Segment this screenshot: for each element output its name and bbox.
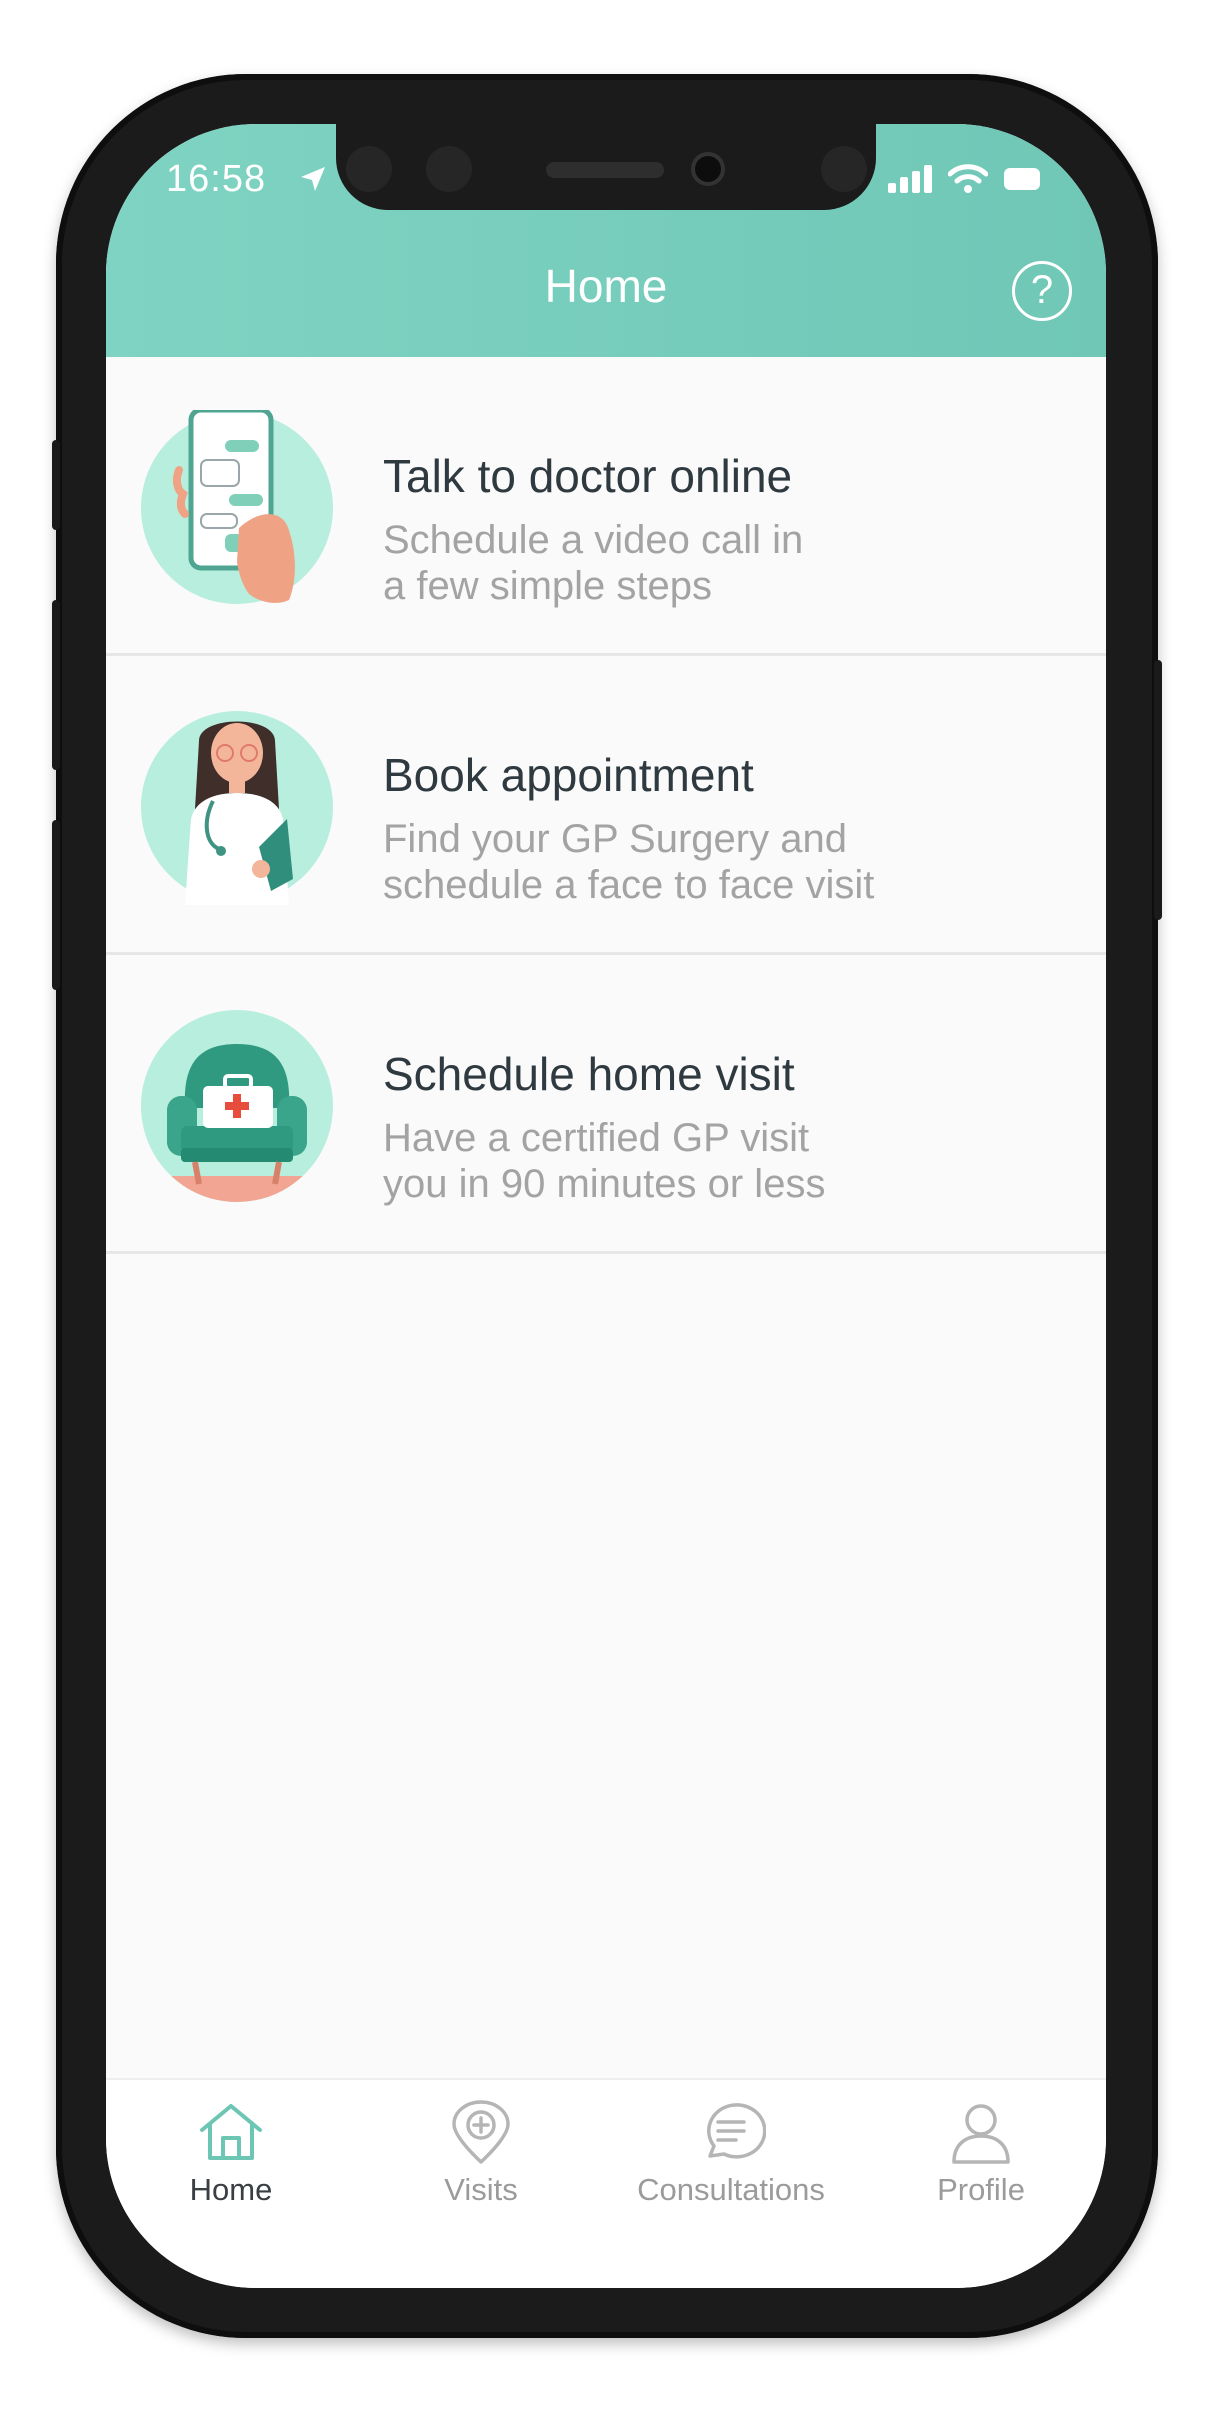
- location-plus-icon: [452, 2100, 510, 2164]
- app-header: 16:58 Home ?: [106, 124, 1106, 357]
- item-title: Talk to doctor online: [383, 450, 793, 502]
- tab-profile[interactable]: Profile: [856, 2100, 1106, 2240]
- tab-label: Home: [189, 2172, 273, 2207]
- item-title: Schedule home visit: [383, 1048, 795, 1100]
- page-title: Home: [544, 260, 668, 312]
- chat-bubble-icon: [707, 2103, 766, 2159]
- location-arrow-icon: [301, 167, 325, 191]
- status-indicators: [888, 164, 1046, 194]
- camera-notch: [336, 124, 876, 210]
- status-time: 16:58: [166, 158, 267, 200]
- item-description: Find your GP Surgery and schedule a face…: [383, 816, 1063, 908]
- signal-icon: [888, 165, 932, 193]
- phone-side-button: [52, 820, 60, 990]
- phone-side-button: [52, 440, 60, 530]
- tab-label: Profile: [937, 2172, 1025, 2207]
- tab-home[interactable]: Home: [106, 2100, 356, 2240]
- item-description-line: schedule a face to face visit: [383, 863, 875, 907]
- tab-label: Visits: [444, 2172, 518, 2207]
- list-item-talk-to-doctor[interactable]: Talk to doctor online Schedule a video c…: [106, 357, 1106, 656]
- phone-side-button: [52, 600, 60, 770]
- tab-consultations[interactable]: Consultations: [606, 2100, 856, 2240]
- user-icon: [952, 2104, 1010, 2164]
- phone-side-button: [1154, 660, 1162, 920]
- armchair-medkit-illustration: [141, 1010, 333, 1202]
- doctor-illustration: [141, 711, 333, 905]
- wifi-icon: [948, 164, 988, 193]
- service-list: Talk to doctor online Schedule a video c…: [106, 357, 1106, 1254]
- battery-icon: [1004, 168, 1040, 190]
- item-description: Schedule a video call in a few simple st…: [383, 517, 1063, 609]
- tab-label: Consultations: [637, 2172, 825, 2207]
- phone-chat-illustration: [141, 410, 333, 604]
- tab-visits[interactable]: Visits: [356, 2100, 606, 2240]
- item-description-line: you in 90 minutes or less: [383, 1162, 826, 1206]
- list-item-home-visit[interactable]: Schedule home visit Have a certified GP …: [106, 955, 1106, 1254]
- list-item-book-appointment[interactable]: Book appointment Find your GP Surgery an…: [106, 656, 1106, 955]
- item-title: Book appointment: [383, 749, 754, 801]
- item-description-line: Have a certified GP visit: [383, 1116, 810, 1160]
- home-icon: [200, 2104, 262, 2160]
- item-description: Have a certified GP visit you in 90 minu…: [383, 1115, 1063, 1207]
- app-screen: 16:58 Home ? Talk to doctor online Sched…: [106, 124, 1106, 2288]
- bottom-tab-bar: Home Visits Consultations Profile: [106, 2078, 1106, 2288]
- item-description-line: a few simple steps: [383, 564, 713, 608]
- item-description-line: Find your GP Surgery and: [383, 817, 847, 861]
- item-description-line: Schedule a video call in: [383, 518, 804, 562]
- help-button[interactable]: ?: [1012, 261, 1072, 321]
